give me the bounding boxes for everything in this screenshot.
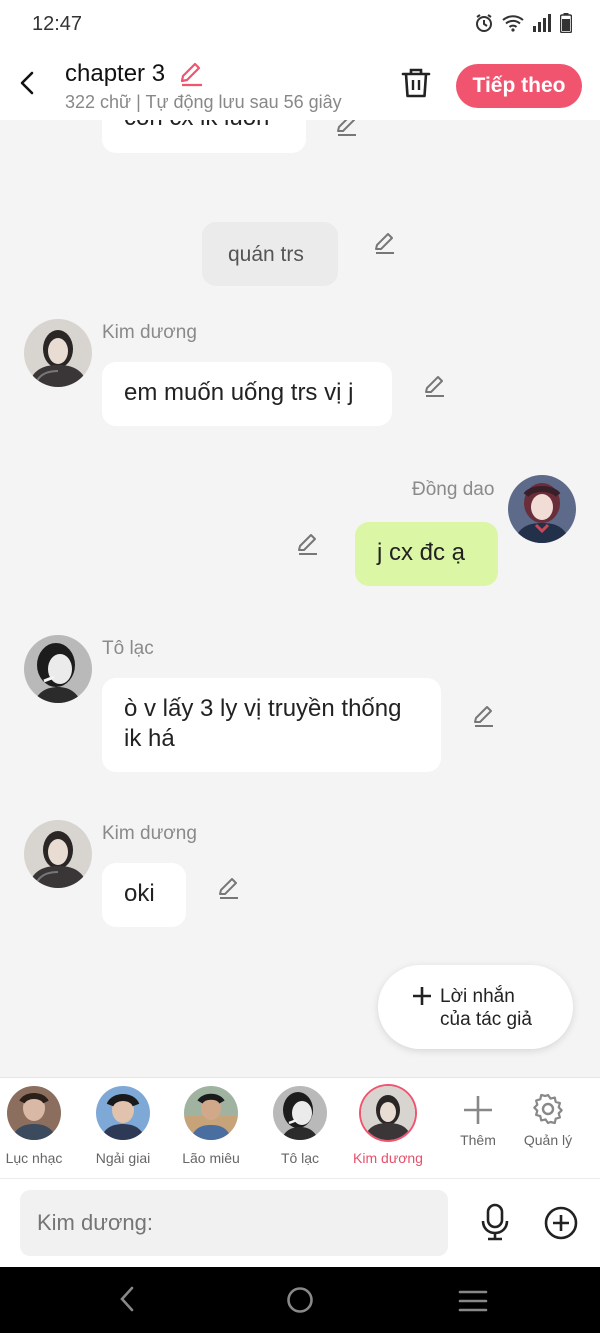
manage-label: Quản lý: [523, 1132, 573, 1148]
character-item[interactable]: Lục nhạc: [0, 1086, 78, 1166]
system-nav-bar: [0, 1267, 600, 1333]
plus-icon: [412, 985, 432, 1009]
pencil-icon: [425, 376, 444, 397]
character-item[interactable]: Ngải giai: [79, 1086, 167, 1166]
plus-circle-icon: [544, 1206, 578, 1240]
avatar[interactable]: [24, 319, 92, 387]
character-name: Lão miêu: [182, 1150, 240, 1166]
author-note-button[interactable]: Lời nhắn của tác giả: [378, 965, 573, 1049]
avatar: [361, 1086, 415, 1140]
edit-message-button[interactable]: [334, 120, 360, 143]
message-bubble[interactable]: ò v lấy 3 ly vị truyền thống ik há: [102, 678, 441, 772]
voice-input-button[interactable]: [478, 1203, 512, 1246]
edit-message-button[interactable]: [422, 373, 448, 404]
pencil-icon: [180, 62, 202, 87]
character-name: Ngải giai: [95, 1150, 151, 1166]
narration-bubble[interactable]: quán trs: [202, 222, 338, 286]
sender-name: Kim dương: [102, 322, 197, 343]
status-time: 12:47: [32, 13, 83, 35]
chapter-header: chapter 3 322 chữ | Tự động lưu sau 56 g…: [0, 50, 600, 120]
message-text: oki: [124, 880, 155, 907]
edit-title-button[interactable]: [177, 60, 205, 93]
avatar[interactable]: [24, 635, 92, 703]
message-input[interactable]: [20, 1190, 448, 1256]
pencil-icon: [337, 120, 356, 136]
battery-icon: [560, 13, 572, 33]
next-button[interactable]: Tiếp theo: [456, 64, 582, 108]
plus-icon: [464, 1096, 492, 1124]
gear-icon: [533, 1093, 563, 1125]
nav-recents-button[interactable]: [458, 1289, 488, 1318]
character-name: Kim dương: [353, 1150, 423, 1166]
message-text-line: ò v lấy 3 ly vị truyền thống: [124, 695, 402, 722]
avatar[interactable]: [24, 820, 92, 888]
delete-button[interactable]: [400, 66, 432, 105]
microphone-icon: [481, 1203, 509, 1241]
message-text: quán trs: [228, 243, 304, 266]
back-button[interactable]: [12, 66, 42, 100]
message-input-bar: [0, 1178, 600, 1267]
avatar[interactable]: [508, 475, 576, 543]
edit-message-button[interactable]: [471, 703, 497, 734]
message-bubble[interactable]: em muốn uống trs vị j: [102, 362, 392, 426]
message-text-line: ik há: [124, 725, 175, 752]
message-text: em muốn uống trs vị j: [124, 379, 354, 406]
character-bar: Lục nhạc Ngải giai Lão miêu Tô lạc Kim d…: [0, 1077, 600, 1178]
add-character-button[interactable]: Thêm: [443, 1090, 513, 1148]
sender-name: Tô lạc: [102, 638, 154, 659]
chevron-left-icon: [120, 1286, 134, 1312]
signal-icon: [533, 14, 551, 32]
message-bubble[interactable]: con cx ik luôn: [102, 120, 306, 153]
author-note-label: Lời nhắn: [440, 986, 515, 1007]
chapter-title: chapter 3: [65, 60, 166, 87]
edit-message-button[interactable]: [216, 875, 242, 906]
avatar: [7, 1086, 61, 1140]
author-note-label: của tác giả: [440, 1009, 532, 1030]
manage-characters-button[interactable]: Quản lý: [513, 1090, 583, 1148]
pencil-icon: [298, 534, 317, 555]
message-bubble[interactable]: oki: [102, 863, 186, 927]
word-count-autosave: 322 chữ | Tự động lưu sau 56 giây: [65, 92, 342, 112]
chat-area[interactable]: con cx ik luôn quán trs Kim dương em muố…: [0, 120, 600, 1077]
status-bar: 12:47: [0, 0, 600, 50]
avatar: [96, 1086, 150, 1140]
edit-message-button[interactable]: [295, 531, 321, 562]
character-item[interactable]: Tô lạc: [256, 1086, 344, 1166]
chevron-left-icon: [20, 71, 34, 95]
character-name: Tô lạc: [280, 1150, 320, 1166]
status-icons: [474, 13, 572, 33]
edit-message-button[interactable]: [372, 230, 398, 261]
character-item-selected[interactable]: Kim dương: [344, 1086, 432, 1166]
add-attachment-button[interactable]: [543, 1205, 579, 1246]
menu-icon: [458, 1290, 488, 1312]
sender-name: Đồng dao: [412, 479, 495, 500]
trash-icon: [401, 68, 431, 98]
pencil-icon: [474, 706, 493, 727]
avatar: [273, 1086, 327, 1140]
pencil-icon: [219, 878, 238, 899]
nav-home-button[interactable]: [286, 1286, 314, 1319]
message-text: con cx ik luôn: [124, 120, 269, 131]
sender-name: Kim dương: [102, 823, 197, 844]
nav-back-button[interactable]: [117, 1285, 137, 1318]
wifi-icon: [502, 15, 524, 32]
avatar: [184, 1086, 238, 1140]
home-circle-icon: [287, 1287, 313, 1313]
character-item[interactable]: Lão miêu: [167, 1086, 255, 1166]
character-name: Lục nhạc: [5, 1150, 63, 1166]
alarm-icon: [476, 14, 492, 32]
message-bubble[interactable]: j cx đc ạ: [355, 522, 498, 586]
add-label: Thêm: [460, 1132, 496, 1148]
pencil-icon: [375, 233, 394, 254]
message-text: j cx đc ạ: [377, 539, 466, 566]
